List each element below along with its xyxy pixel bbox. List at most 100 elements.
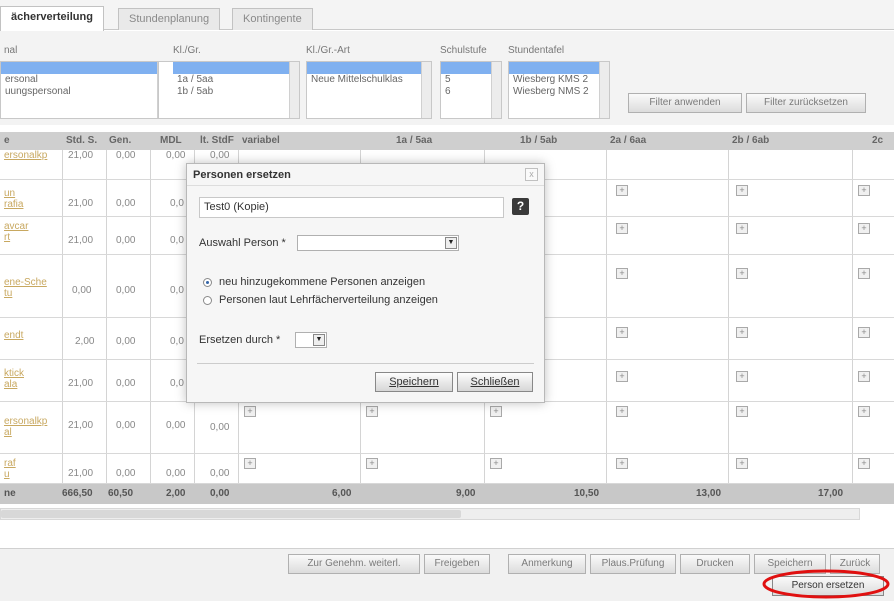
add-cell-button[interactable]: + <box>858 371 870 382</box>
filter-apply-button[interactable]: Filter anwenden <box>628 93 742 113</box>
filter-personal-list[interactable]: ersonal uungspersonal <box>0 61 168 119</box>
person-link[interactable]: raf u <box>4 458 16 480</box>
plausibility-check-button[interactable]: Plaus.Prüfung <box>590 554 676 574</box>
add-cell-button[interactable]: + <box>616 458 628 469</box>
table-header: e Std. S. Gen. MDL lt. StdF variabel 1a … <box>0 132 894 150</box>
add-cell-button[interactable]: + <box>616 223 628 234</box>
ersetzen-durch-label: Ersetzen durch * <box>199 334 281 346</box>
tab-faecherverteilung[interactable]: ächerverteilung <box>0 6 104 31</box>
add-cell-button[interactable]: + <box>616 406 628 417</box>
list-item[interactable]: uungspersonal <box>1 86 167 98</box>
person-link[interactable]: ersonalkp <box>4 150 47 161</box>
add-cell-button[interactable]: + <box>616 185 628 196</box>
add-cell-button[interactable]: + <box>736 185 748 196</box>
scrollbar[interactable] <box>599 62 609 118</box>
help-icon[interactable]: ? <box>512 198 529 215</box>
add-cell-button[interactable]: + <box>736 223 748 234</box>
add-cell-button[interactable]: + <box>736 268 748 279</box>
cell-gen: 0,00 <box>116 378 136 389</box>
sum-stdf: 0,00 <box>210 488 230 499</box>
radio-new-persons[interactable] <box>203 278 212 287</box>
submit-approval-button[interactable]: Zur Genehm. weiterl. <box>288 554 420 574</box>
horizontal-scrollbar[interactable] <box>0 508 860 520</box>
radio-new-label: neu hinzugekommene Personen anzeigen <box>219 276 426 288</box>
cell-mdl: 0,00 <box>166 468 186 479</box>
dialog-save-button[interactable]: Speichern <box>375 372 453 392</box>
add-cell-button[interactable]: + <box>736 458 748 469</box>
person-link[interactable]: ene-Sche tu <box>4 277 47 299</box>
scrollbar[interactable] <box>421 62 431 118</box>
list-item[interactable] <box>173 62 299 74</box>
person-link[interactable]: un rafia <box>4 188 23 210</box>
cell-std: 0,00 <box>72 285 92 296</box>
person-link[interactable]: ktick ala <box>4 368 24 390</box>
name-field[interactable]: Test0 (Kopie) <box>199 197 504 218</box>
add-cell-button[interactable]: + <box>858 223 870 234</box>
column-header: 2a / 6aa <box>610 135 647 146</box>
add-cell-button[interactable]: + <box>858 327 870 338</box>
radio-ltv-persons[interactable] <box>203 296 212 305</box>
add-cell-button[interactable]: + <box>736 406 748 417</box>
filter-schulstufe-list[interactable]: 5 6 <box>440 61 502 119</box>
dialog-close-button[interactable]: Schließen <box>457 372 533 392</box>
close-icon[interactable]: x <box>525 168 538 181</box>
sum-2b: 13,00 <box>696 488 722 499</box>
list-item[interactable]: 1a / 5aa <box>173 74 299 86</box>
add-cell-button[interactable]: + <box>736 371 748 382</box>
sum-row: ne 666,50 60,50 2,00 0,00 6,00 9,00 10,5… <box>0 484 894 504</box>
add-cell-button[interactable]: + <box>616 268 628 279</box>
cell-gen: 0,00 <box>116 235 136 246</box>
list-item[interactable]: Wiesberg KMS 2 <box>509 74 609 86</box>
list-item[interactable] <box>509 62 609 74</box>
list-item[interactable] <box>1 62 167 74</box>
filter-stundentafel-list[interactable]: Wiesberg KMS 2 Wiesberg NMS 2 <box>508 61 610 119</box>
person-link[interactable]: ersonalkp al <box>4 416 47 438</box>
cell-mdl: 0,0 <box>170 336 184 347</box>
add-cell-button[interactable]: + <box>616 327 628 338</box>
add-cell-button[interactable]: + <box>244 458 256 469</box>
sum-2a: 10,50 <box>574 488 600 499</box>
add-cell-button[interactable]: + <box>366 458 378 469</box>
sum-mdl: 2,00 <box>166 488 186 499</box>
add-cell-button[interactable]: + <box>858 268 870 279</box>
scrollbar[interactable] <box>289 62 299 118</box>
add-cell-button[interactable]: + <box>858 185 870 196</box>
add-cell-button[interactable]: + <box>736 327 748 338</box>
chevron-down-icon[interactable]: ▼ <box>445 237 457 249</box>
add-cell-button[interactable]: + <box>858 406 870 417</box>
add-cell-button[interactable]: + <box>366 406 378 417</box>
release-button[interactable]: Freigeben <box>424 554 490 574</box>
print-button[interactable]: Drucken <box>680 554 750 574</box>
add-cell-button[interactable]: + <box>244 406 256 417</box>
ersetzen-durch-select[interactable]: ▼ <box>295 332 327 348</box>
scrollbar-thumb[interactable] <box>1 510 461 518</box>
tab-kontingente[interactable]: Kontingente <box>232 8 313 30</box>
scrollbar[interactable] <box>491 62 501 118</box>
list-item[interactable]: ersonal <box>1 74 167 86</box>
cell-std: 21,00 <box>68 150 94 161</box>
add-cell-button[interactable]: + <box>490 406 502 417</box>
filter-klgrart-list[interactable]: Neue Mittelschulklas <box>306 61 432 119</box>
note-button[interactable]: Anmerkung <box>508 554 586 574</box>
person-link[interactable]: endt <box>4 330 23 341</box>
add-cell-button[interactable]: + <box>490 458 502 469</box>
list-item[interactable]: 1b / 5ab <box>173 86 299 98</box>
dialog-divider <box>197 363 534 364</box>
cell-gen: 0,00 <box>116 198 136 209</box>
add-cell-button[interactable]: + <box>616 371 628 382</box>
list-item[interactable]: Wiesberg NMS 2 <box>509 86 609 98</box>
list-item[interactable]: Neue Mittelschulklas <box>307 74 431 86</box>
filter-klgr-list[interactable]: 1a / 5aa 1b / 5ab <box>158 61 300 119</box>
add-cell-button[interactable]: + <box>858 458 870 469</box>
filter-reset-button[interactable]: Filter zurücksetzen <box>746 93 866 113</box>
tab-stundenplanung[interactable]: Stundenplanung <box>118 8 221 30</box>
auswahl-person-select[interactable]: ▼ <box>297 235 459 251</box>
chevron-down-icon[interactable]: ▼ <box>313 334 325 346</box>
sum-gen: 60,50 <box>108 488 134 499</box>
cell-std: 2,00 <box>75 336 95 347</box>
person-link[interactable]: avcar rt <box>4 221 28 243</box>
sum-1b: 9,00 <box>456 488 476 499</box>
cell-std: 21,00 <box>68 198 94 209</box>
cell-mdl: 0,00 <box>166 150 186 161</box>
list-item[interactable] <box>307 62 431 74</box>
